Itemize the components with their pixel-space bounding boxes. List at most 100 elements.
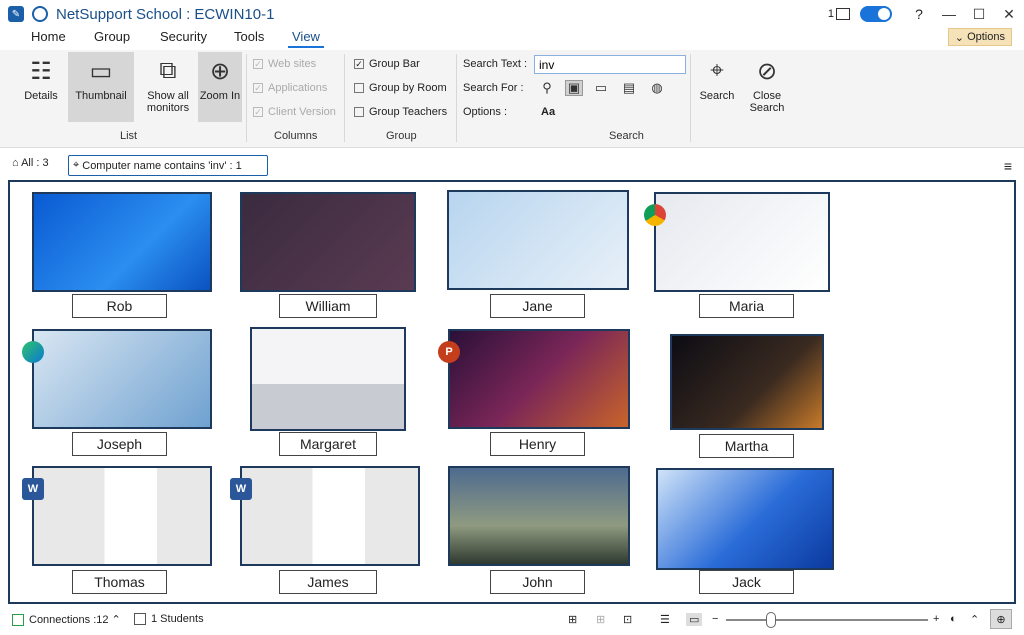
ribbon-separator: [690, 54, 691, 142]
student-thumbnail[interactable]: [240, 192, 416, 292]
student-thumbnail[interactable]: [448, 466, 630, 566]
close-search-button[interactable]: ⊘ Close Search: [744, 52, 790, 122]
student-thumbnail[interactable]: [448, 329, 630, 429]
slider-handle[interactable]: [766, 612, 776, 628]
tab-view[interactable]: View: [288, 29, 324, 48]
thumbnail-button[interactable]: ▭ Thumbnail: [68, 52, 134, 122]
client-version-label: Client Version: [268, 106, 336, 118]
filter-text: Computer name contains 'inv' : 1: [82, 159, 242, 172]
show-all-label: Show all monitors: [146, 90, 190, 114]
columns-group-label: Columns: [274, 130, 318, 142]
zoom-icon[interactable]: ⊕: [990, 609, 1012, 629]
auto-arrange-icon[interactable]: ⊡: [623, 613, 632, 626]
zoom-minus-icon[interactable]: −: [712, 613, 718, 625]
person-icon[interactable]: ⚲: [538, 80, 556, 96]
student-name-label[interactable]: Rob: [72, 294, 167, 318]
applications-checkbox[interactable]: ✓ Applications: [253, 82, 327, 94]
window-title: NetSupport School : ECWIN10-1: [56, 5, 275, 23]
thumbnail-size-slider[interactable]: [726, 619, 928, 621]
search-frame-icon: ⌖: [710, 57, 724, 84]
options-label: Options: [967, 31, 1005, 43]
student-name-label[interactable]: Jack: [699, 570, 794, 594]
tab-home[interactable]: Home: [31, 29, 66, 44]
match-case-icon[interactable]: Aa: [541, 106, 555, 118]
maximize-button[interactable]: ☐: [964, 6, 994, 23]
applications-label: Applications: [268, 82, 328, 94]
computer-icon[interactable]: ▣: [565, 80, 583, 96]
tab-security[interactable]: Security: [160, 29, 207, 44]
app-tools-icon: ✎: [8, 6, 24, 22]
student-name-label[interactable]: John: [490, 570, 585, 594]
student-name-label[interactable]: Maria: [699, 294, 794, 318]
powerpoint-app-icon: P: [438, 341, 460, 363]
student-name-label[interactable]: Margaret: [279, 432, 377, 456]
help-button[interactable]: ?: [904, 6, 934, 22]
student-name-label[interactable]: James: [279, 570, 377, 594]
title-bar: ✎ NetSupport School : ECWIN10-1 1 ? — ☐ …: [0, 0, 1024, 28]
window-icon[interactable]: ▤: [620, 80, 638, 96]
zoom-in-button[interactable]: ⊕ Zoom In: [198, 52, 242, 122]
minimize-button[interactable]: —: [934, 6, 964, 22]
student-thumbnail[interactable]: [654, 192, 830, 292]
student-name-label[interactable]: Thomas: [72, 570, 167, 594]
student-thumbnail[interactable]: [250, 327, 406, 431]
zoom-plus-icon[interactable]: +: [933, 613, 939, 625]
mode-toggle[interactable]: [860, 6, 892, 22]
student-name-label[interactable]: Joseph: [72, 432, 167, 456]
list-group-label: List: [120, 130, 138, 142]
tab-tools[interactable]: Tools: [234, 29, 264, 44]
client-version-checkbox[interactable]: ✓ Client Version: [253, 106, 336, 118]
students-indicator[interactable]: 1 Students: [134, 613, 204, 625]
close-button[interactable]: ✕: [994, 6, 1024, 23]
zoom-in-label: Zoom In: [199, 90, 241, 102]
tab-group[interactable]: Group: [94, 29, 130, 44]
student-thumbnail[interactable]: [670, 334, 824, 430]
student-name-label[interactable]: Jane: [490, 294, 585, 318]
group-group-label: Group: [386, 130, 417, 142]
connections-indicator[interactable]: Connections :12 ⌃: [12, 613, 121, 626]
student-name-label[interactable]: Henry: [490, 432, 585, 456]
thumbnail-view-icon[interactable]: ▭: [686, 613, 703, 626]
edge-app-icon: [22, 341, 44, 363]
details-button[interactable]: ☷ Details: [8, 52, 74, 122]
globe-icon[interactable]: ◍: [648, 80, 666, 96]
student-thumbnail[interactable]: [32, 466, 212, 566]
list-view-icon[interactable]: ☰: [660, 613, 670, 626]
search-text-input[interactable]: [534, 55, 686, 74]
breadcrumb: ⌂ All : 3 ⌖ Computer name contains 'inv'…: [0, 152, 1024, 180]
desktop-icon[interactable]: ▭: [592, 80, 610, 96]
menu-bar: Home Group Security Tools View: [0, 28, 1024, 48]
window-count: 1: [827, 8, 834, 20]
hamburger-menu-icon[interactable]: ≡: [1004, 158, 1012, 174]
show-all-monitors-button[interactable]: ⧉ Show all monitors: [135, 52, 201, 122]
students-checkbox-icon: [134, 613, 146, 625]
all-count: All : 3: [21, 157, 49, 169]
search-button-label: Search: [699, 90, 735, 102]
student-thumbnail[interactable]: [240, 466, 420, 566]
student-thumbnail[interactable]: [656, 468, 834, 570]
student-name-label[interactable]: William: [279, 294, 377, 318]
multi-window-icon[interactable]: [836, 8, 850, 20]
options-button[interactable]: ⌄ Options: [947, 28, 1012, 46]
web-sites-checkbox[interactable]: ✓ Web sites: [253, 58, 316, 70]
student-thumbnail[interactable]: [32, 329, 212, 429]
layout-grid-dim-icon[interactable]: ⊞: [596, 613, 605, 626]
student-thumbnail[interactable]: [447, 190, 629, 290]
group-by-room-checkbox[interactable]: Group by Room: [354, 82, 447, 94]
layout-grid-icon[interactable]: ⊞: [568, 613, 577, 626]
web-sites-label: Web sites: [268, 58, 317, 70]
search-text-label: Search Text :: [463, 58, 527, 70]
close-search-label: Close Search: [749, 90, 785, 114]
student-name-label[interactable]: Martha: [699, 434, 794, 458]
filter-crumb[interactable]: ⌖ Computer name contains 'inv' : 1: [68, 155, 268, 176]
chevron-up-icon[interactable]: ⌃: [970, 613, 979, 626]
group-teachers-checkbox[interactable]: Group Teachers: [354, 106, 447, 118]
all-crumb[interactable]: ⌂ All : 3: [12, 157, 49, 169]
student-thumbnail[interactable]: [32, 192, 212, 292]
search-button[interactable]: ⌖ Search: [694, 52, 740, 122]
group-bar-checkbox[interactable]: ✓ Group Bar: [354, 58, 420, 70]
group-bar-label: Group Bar: [369, 58, 420, 70]
ribbon: ☷ Details ▭ Thumbnail ⧉ Show all monitor…: [0, 50, 1024, 148]
auto-size-icon[interactable]: ◐: [950, 613, 957, 625]
chrome-app-icon: [644, 204, 666, 226]
